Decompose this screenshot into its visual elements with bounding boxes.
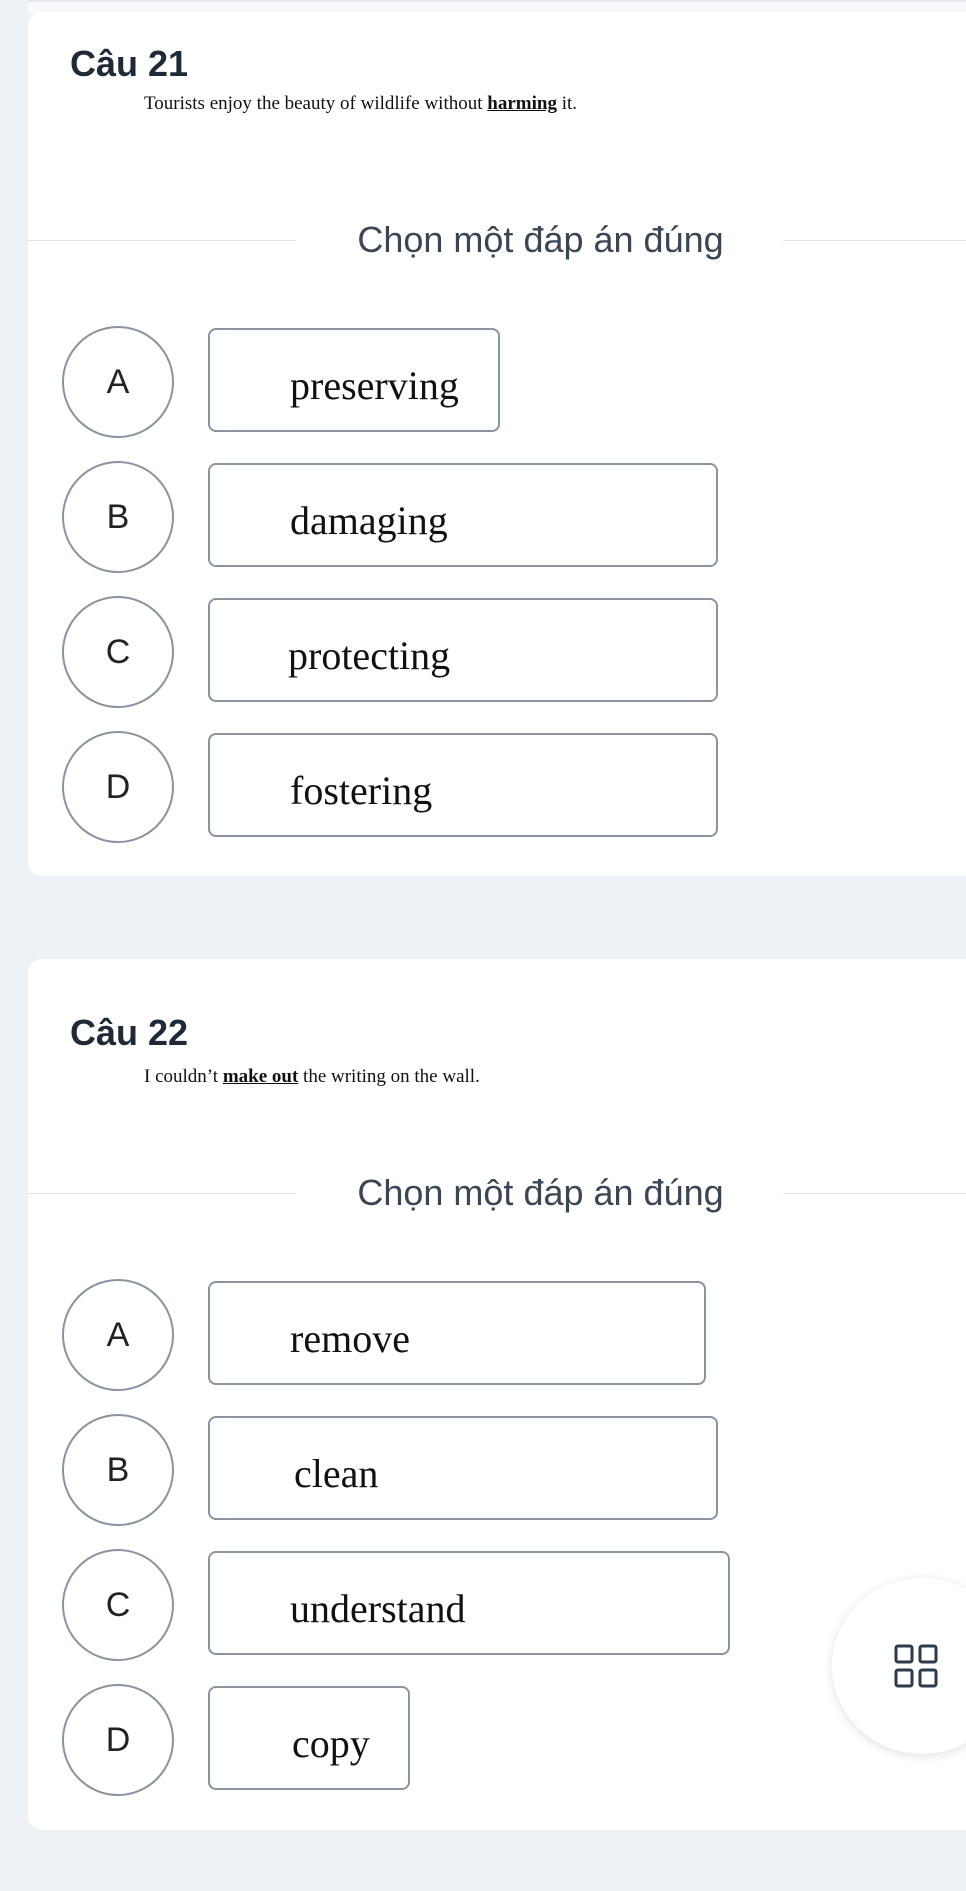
instruction-divider-left [28,240,296,241]
option-answer-text: copy [292,1721,370,1766]
question-text-after: the writing on the wall. [298,1066,480,1087]
question-title: Câu 21 [70,43,189,84]
option-letter-circle[interactable]: A [62,1279,174,1391]
option-letter-circle[interactable]: A [62,326,174,438]
question-text-before: I couldn’t [144,1066,223,1087]
option-letter-circle[interactable]: B [62,1414,174,1526]
question-text: Tourists enjoy the beauty of wildlife wi… [144,94,577,113]
option-letter-circle[interactable]: B [62,461,174,573]
option-answer-text: remove [290,1316,410,1361]
option-answer-text: damaging [290,498,448,543]
question-card-21: Câu 21 Tourists enjoy the beauty of wild… [28,12,966,876]
option-answer-text: preserving [290,363,459,408]
option-letter-circle[interactable]: C [62,596,174,708]
option-answer-box[interactable]: clean [208,1416,718,1520]
option-answer-box[interactable]: understand [208,1551,730,1655]
question-text-emphasis: make out [222,1066,299,1087]
option-letter-circle[interactable]: D [62,1684,174,1796]
instruction-label: Chọn một đáp án đúng [357,1172,724,1213]
instruction-row: Chọn một đáp án đúng [28,1169,966,1217]
question-text-before: Tourists enjoy the beauty of wildlife wi… [144,93,488,114]
question-text-emphasis: harming [487,93,557,114]
instruction-row: Chọn một đáp án đúng [28,216,966,264]
instruction-divider-right [783,240,966,241]
option-answer-text: protecting [288,633,451,678]
question-title: Câu 22 [70,1012,189,1053]
instruction-divider-left [28,1193,296,1194]
grid-icon [894,1644,938,1688]
instruction-divider-right [783,1193,966,1194]
option-answer-box[interactable]: copy [208,1686,410,1790]
option-answer-box[interactable]: damaging [208,463,718,567]
option-answer-box[interactable]: protecting [208,598,718,702]
option-answer-box[interactable]: fostering [208,733,718,837]
option-answer-box[interactable]: preserving [208,328,500,432]
option-answer-text: understand [290,1586,466,1631]
question-text: I couldn’t make out the writing on the w… [144,1067,480,1086]
question-text-after: it. [556,93,578,114]
question-card-22: Câu 22 I couldn’t make out the writing o… [28,959,966,1830]
option-answer-box[interactable]: remove [208,1281,706,1385]
option-letter-circle[interactable]: D [62,731,174,843]
instruction-label: Chọn một đáp án đúng [357,219,724,260]
option-answer-text: fostering [290,768,433,813]
option-letter-circle[interactable]: C [62,1549,174,1661]
option-answer-text: clean [294,1451,379,1496]
